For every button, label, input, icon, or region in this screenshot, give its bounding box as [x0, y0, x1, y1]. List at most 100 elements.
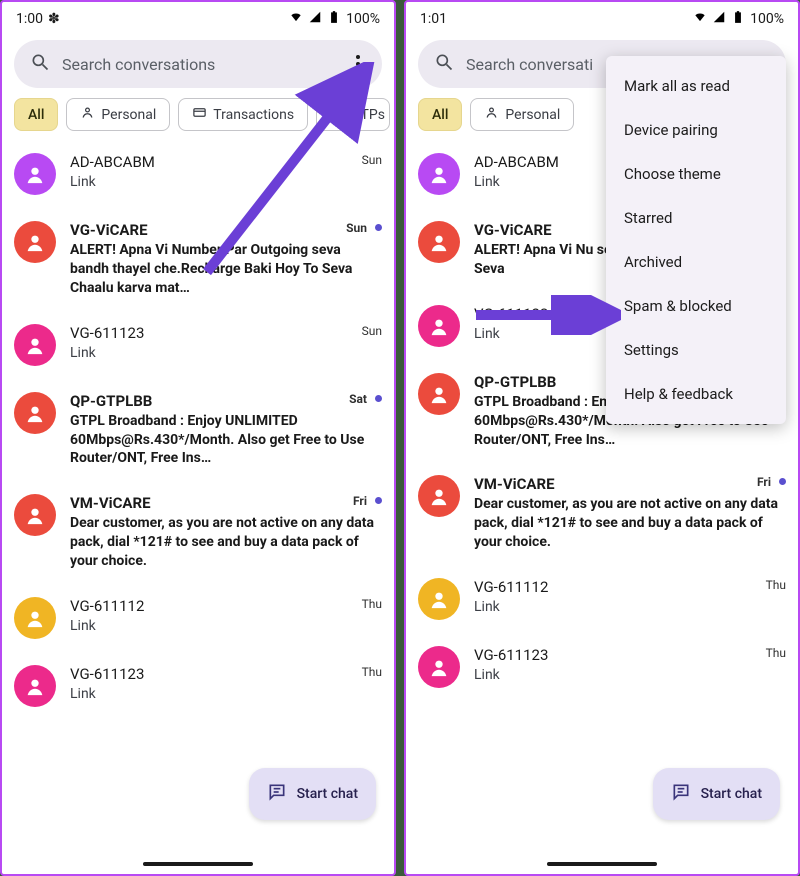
sender-label: AD-ABCABM	[70, 153, 155, 171]
avatar	[418, 646, 460, 688]
conversation-row[interactable]: VG-611123 Thu Link	[14, 653, 382, 721]
unread-indicator	[375, 224, 382, 231]
filter-personal[interactable]: Personal	[470, 98, 574, 131]
search-bar[interactable]: Search conversations	[14, 40, 382, 88]
avatar	[14, 665, 56, 707]
conversation-row[interactable]: VG-ViCARE Sun ALERT! Apna Vi Number Par Ou…	[14, 209, 382, 312]
battery-pct: 100%	[750, 11, 784, 27]
conversation-row[interactable]: VG-611112 Thu Link	[14, 585, 382, 653]
status-time: 1:00	[16, 11, 43, 27]
do-not-disturb-icon: ✽	[48, 11, 60, 27]
conversation-row[interactable]: VM-ViCARE Fri Dear customer, as you are no…	[418, 463, 786, 566]
message-snippet: Link	[474, 598, 786, 617]
avatar	[418, 578, 460, 620]
sender-label: VG-611123	[474, 305, 548, 323]
menu-item[interactable]: Device pairing	[606, 108, 786, 152]
filter-transactions[interactable]: Transactions	[178, 98, 308, 131]
start-chat-fab[interactable]: Start chat	[249, 768, 376, 820]
overflow-menu: Mark all as readDevice pairingChoose the…	[606, 56, 786, 424]
wifi-icon	[289, 10, 303, 28]
sender-label: VM-ViCARE	[70, 494, 151, 512]
nav-bar-hint	[143, 862, 253, 866]
unread-indicator	[779, 478, 786, 485]
battery-pct: 100%	[346, 11, 380, 27]
start-chat-fab[interactable]: Start chat	[653, 768, 780, 820]
message-snippet: Link	[70, 617, 382, 636]
message-snippet: Link	[70, 344, 382, 363]
status-bar: 1:01 100%	[406, 2, 798, 32]
status-bar: 1:00 ✽ 100%	[2, 2, 394, 32]
timestamp: Sun	[362, 324, 382, 338]
sender-label: VG-ViCARE	[474, 221, 552, 239]
sender-label: VG-ViCARE	[70, 221, 148, 239]
conversation-list: AD-ABCABMSunLinkVG-ViCARESunALERT! Apna …	[2, 141, 394, 721]
message-snippet: Link	[70, 173, 382, 192]
menu-item[interactable]: Spam & blocked	[606, 284, 786, 328]
unread-indicator	[375, 497, 382, 504]
key-icon	[330, 105, 345, 124]
avatar	[14, 494, 56, 536]
wifi-icon	[693, 10, 707, 28]
avatar	[14, 597, 56, 639]
avatar	[418, 373, 460, 415]
phone-right: 1:01 100% Search conversati All Personal…	[404, 0, 800, 876]
battery-icon	[731, 10, 745, 28]
menu-item[interactable]: Archived	[606, 240, 786, 284]
filter-all[interactable]: All	[418, 98, 462, 131]
search-icon	[30, 52, 50, 76]
sender-label: VM-ViCARE	[474, 475, 555, 493]
sender-label: VG-611123	[474, 646, 548, 664]
sender-label: VG-611112	[70, 597, 144, 615]
sender-label: QP-GTPLBB	[474, 373, 556, 391]
filter-all[interactable]: All	[14, 98, 58, 131]
avatar	[14, 153, 56, 195]
battery-icon	[327, 10, 341, 28]
filter-row: All Personal Transactions OTPs	[2, 98, 394, 141]
sender-label: AD-ABCABM	[474, 153, 559, 171]
chat-icon	[267, 782, 287, 806]
menu-item[interactable]: Starred	[606, 196, 786, 240]
conversation-row[interactable]: AD-ABCABMSunLink	[14, 141, 382, 209]
avatar	[418, 305, 460, 347]
timestamp: Thu	[766, 646, 786, 660]
timestamp: Fri	[353, 494, 367, 508]
message-snippet: Dear customer, as you are not active on …	[70, 514, 382, 571]
menu-item[interactable]: Choose theme	[606, 152, 786, 196]
sender-label: VG-611123	[70, 665, 144, 683]
timestamp: Thu	[362, 597, 382, 611]
search-icon	[434, 52, 454, 76]
avatar	[418, 475, 460, 517]
menu-item[interactable]: Help & feedback	[606, 372, 786, 416]
conversation-row[interactable]: QP-GTPLBBSatGTPL Broadband : Enjoy UNLIM…	[14, 380, 382, 483]
phone-left: 1:00 ✽ 100% Search conversations All Per…	[0, 0, 396, 876]
signal-icon	[308, 10, 322, 28]
timestamp: Thu	[766, 578, 786, 592]
chat-icon	[671, 782, 691, 806]
conversation-row[interactable]: VM-ViCARE Fri Dear customer, as you are no…	[14, 482, 382, 585]
sender-label: VG-611112	[474, 578, 548, 596]
avatar	[14, 324, 56, 366]
more-menu-button[interactable]	[346, 52, 370, 76]
avatar	[418, 221, 460, 263]
message-snippet: Dear customer, as you are not active on …	[474, 495, 786, 552]
conversation-row[interactable]: VG-611123ThuLink	[418, 634, 786, 702]
message-snippet: Link	[70, 685, 382, 704]
menu-item[interactable]: Settings	[606, 328, 786, 372]
conversation-row[interactable]: VG-611112 Thu Link	[418, 566, 786, 634]
menu-item[interactable]: Mark all as read	[606, 64, 786, 108]
card-icon	[192, 105, 207, 124]
person-icon	[80, 105, 95, 124]
message-snippet: ALERT! Apna Vi Number Par Outgoing seva …	[70, 241, 382, 298]
search-placeholder: Search conversations	[62, 55, 334, 74]
conversation-row[interactable]: VG-611123SunLink	[14, 312, 382, 380]
person-icon	[484, 105, 499, 124]
filter-otps[interactable]: OTPs	[316, 98, 390, 131]
sender-label: QP-GTPLBB	[70, 392, 152, 410]
avatar	[14, 392, 56, 434]
nav-bar-hint	[547, 862, 657, 866]
timestamp: Thu	[362, 665, 382, 679]
filter-personal[interactable]: Personal	[66, 98, 170, 131]
timestamp: Sun	[346, 221, 367, 235]
timestamp: Fri	[757, 475, 771, 489]
avatar	[14, 221, 56, 263]
